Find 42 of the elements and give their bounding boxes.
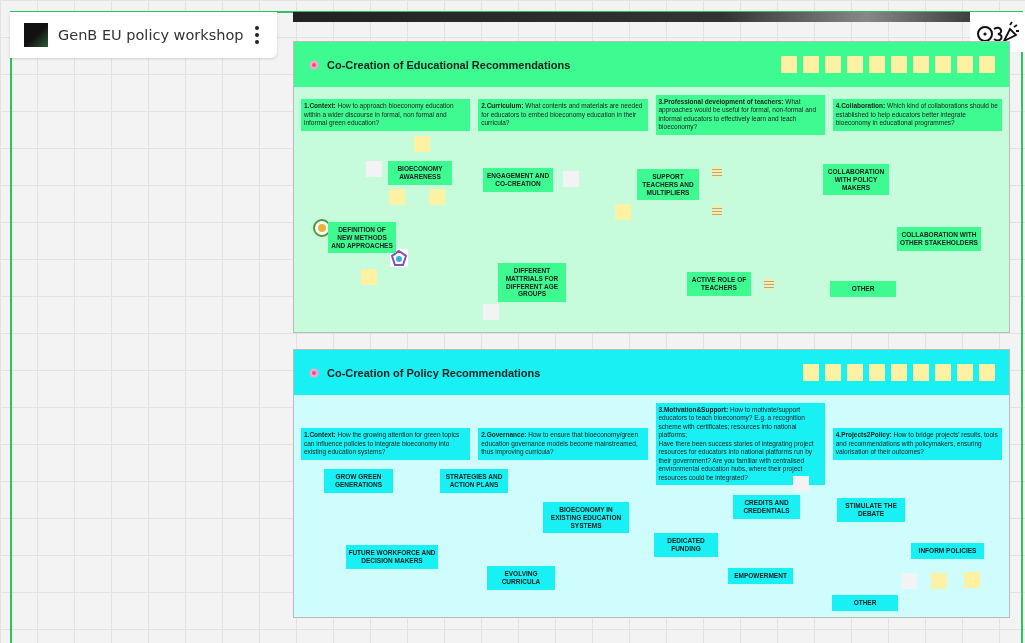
- sticky-note[interactable]: [891, 56, 907, 73]
- sticky-note[interactable]: [781, 56, 797, 73]
- sticky-note[interactable]: [429, 189, 445, 205]
- sticky-note[interactable]: [935, 364, 951, 381]
- sticky-note[interactable]: [869, 364, 885, 381]
- document-thumbnail[interactable]: [709, 203, 725, 219]
- sticky-note[interactable]: [361, 269, 377, 285]
- sticky-note[interactable]: [389, 189, 405, 205]
- note-card[interactable]: [366, 161, 382, 177]
- sticky-note[interactable]: [869, 56, 885, 73]
- frame-title: Co-Creation of Policy Recommendations: [327, 366, 542, 379]
- sticky-note[interactable]: [615, 204, 631, 220]
- sticky-note[interactable]: [825, 56, 841, 73]
- sticky-note[interactable]: [825, 364, 841, 381]
- sticky-note[interactable]: [913, 56, 929, 73]
- note-card[interactable]: [563, 171, 579, 187]
- sticky-note[interactable]: [957, 364, 973, 381]
- sticky-note[interactable]: [913, 364, 929, 381]
- sticky-note[interactable]: [979, 364, 995, 381]
- sticky-note[interactable]: [847, 364, 863, 381]
- flower-icon: [309, 59, 319, 70]
- board-thumbnail-icon: [24, 23, 48, 47]
- document-thumbnail[interactable]: [709, 164, 725, 180]
- frame-title: Co-Creation of Educational Recommendations: [327, 58, 572, 71]
- sticky-note[interactable]: [803, 56, 819, 73]
- sticky-note[interactable]: [803, 364, 819, 381]
- sticky-note[interactable]: [414, 136, 430, 152]
- sticky-note[interactable]: [931, 573, 947, 589]
- note-card[interactable]: [793, 476, 809, 492]
- logo-icon: [390, 249, 408, 267]
- sticky-note[interactable]: [935, 56, 951, 73]
- board-title: GenB EU policy workshop: [58, 27, 245, 43]
- note-card[interactable]: [483, 304, 499, 320]
- note-card[interactable]: [901, 573, 917, 589]
- sticky-note[interactable]: [979, 56, 995, 73]
- sticky-note[interactable]: [847, 56, 863, 73]
- flower-icon: [309, 367, 319, 378]
- whiteboard-canvas[interactable]: [0, 0, 1025, 643]
- sticky-note[interactable]: [964, 572, 980, 588]
- document-thumbnail[interactable]: [761, 276, 777, 292]
- sticky-note[interactable]: [891, 364, 907, 381]
- sticky-note[interactable]: [957, 56, 973, 73]
